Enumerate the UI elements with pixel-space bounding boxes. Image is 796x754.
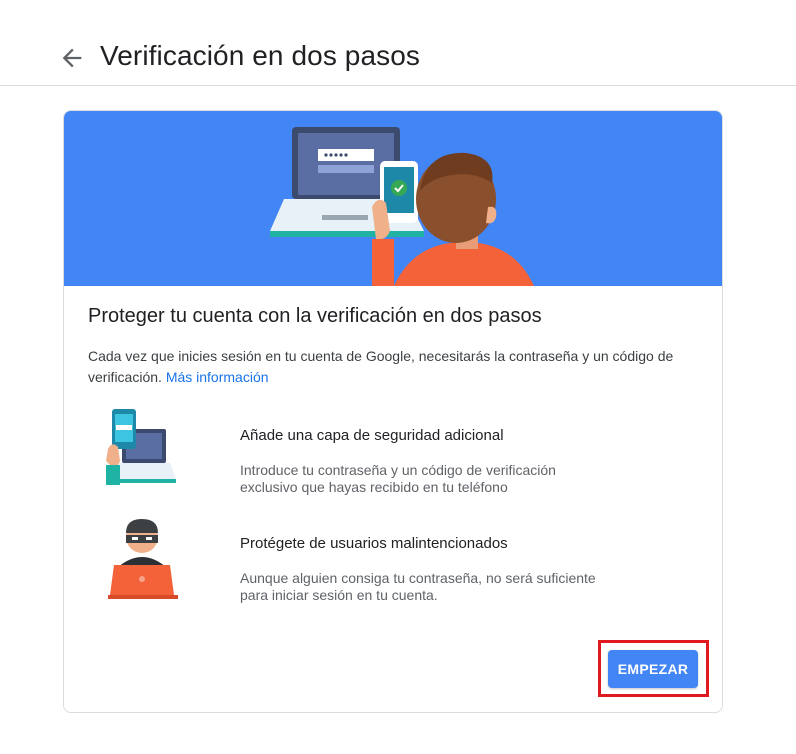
page-title: Verificación en dos pasos	[100, 40, 421, 71]
page-header: Verificación en dos pasos	[0, 0, 796, 86]
feature-title-protect: Protégete de usuarios malintencionados	[240, 535, 508, 552]
card-description: Cada vez que inicies sesión en tu cuenta…	[88, 346, 698, 388]
start-button[interactable]: EMPEZAR	[608, 650, 698, 688]
phone-laptop-icon	[100, 409, 180, 494]
banner-illustration	[64, 111, 722, 286]
feature-title-security: Añade una capa de seguridad adicional	[240, 427, 504, 444]
masked-intruder-icon	[108, 517, 180, 604]
back-arrow-icon[interactable]	[58, 44, 86, 72]
card-title: Proteger tu cuenta con la verificación e…	[88, 305, 542, 327]
two-step-card: Proteger tu cuenta con la verificación e…	[63, 110, 723, 713]
learn-more-link[interactable]: Más información	[166, 369, 269, 385]
feature-desc-security: Introduce tu contraseña y un código de v…	[240, 462, 556, 495]
feature-desc-protect: Aunque alguien consiga tu contraseña, no…	[240, 570, 596, 603]
